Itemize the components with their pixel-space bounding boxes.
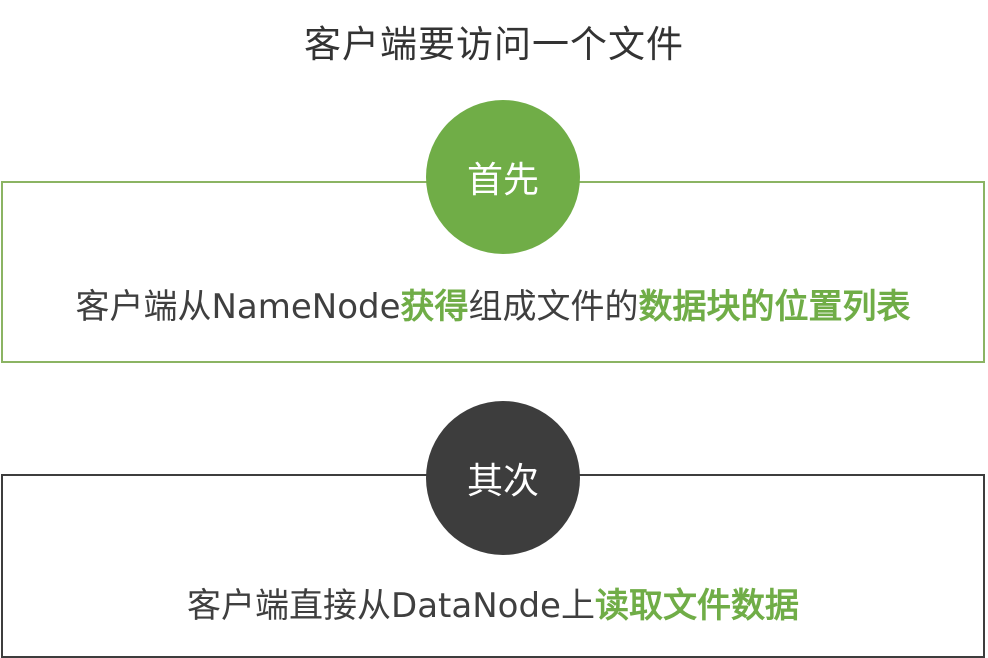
step-1-badge: 首先 xyxy=(426,100,580,254)
step-2-highlight-a: 读取文件数据 xyxy=(594,586,799,626)
step-1-highlight-b: 数据块的位置列表 xyxy=(638,287,911,327)
step-1-text-a: 客户端从NameNode xyxy=(75,287,401,327)
step-1-highlight-a: 获得 xyxy=(400,287,469,327)
step-2-text-a: 客户端直接从DataNode上 xyxy=(187,586,595,626)
step-2-badge: 其次 xyxy=(426,401,580,555)
page-title: 客户端要访问一个文件 xyxy=(304,23,684,66)
step-1-text: 客户端从NameNode获得组成文件的数据块的位置列表 xyxy=(3,279,983,328)
step-2-text: 客户端直接从DataNode上读取文件数据 xyxy=(3,578,983,627)
step-1-text-b: 组成文件的 xyxy=(468,287,639,327)
